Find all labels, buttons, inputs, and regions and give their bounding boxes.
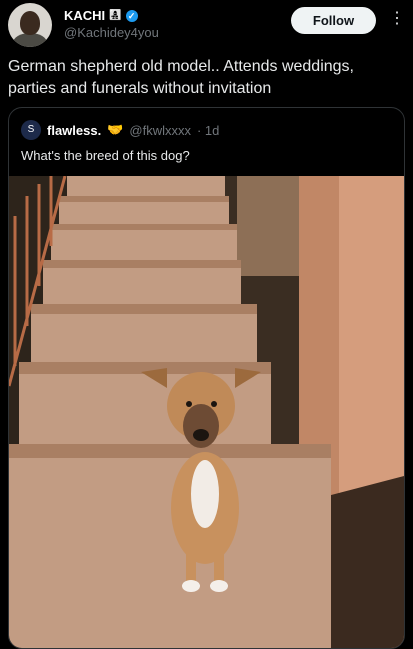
quoted-post[interactable]: S flawless. 🤝 @fkwlxxxx · 1d What's the … [8, 107, 405, 649]
quoted-author-display-name[interactable]: flawless. [47, 123, 101, 138]
verified-badge-icon: ✓ [125, 9, 138, 22]
post-text: German shepherd old model.. Attends wedd… [8, 58, 354, 97]
author-display-name-row[interactable]: KACHI 👩‍👧‍👦 ✓ [64, 8, 159, 23]
post-header: KACHI 👩‍👧‍👦 ✓ @Kachidey4you Follow ⋮ [0, 0, 413, 52]
author-handle[interactable]: @Kachidey4you [64, 25, 159, 40]
quoted-author-handle[interactable]: @fkwlxxxx [129, 123, 191, 138]
dog-photo[interactable] [9, 176, 404, 648]
author-display-name[interactable]: KACHI [64, 8, 105, 23]
author-names: KACHI 👩‍👧‍👦 ✓ @Kachidey4you [64, 8, 159, 40]
quoted-post-time[interactable]: · 1d [197, 123, 219, 138]
quoted-post-header: S flawless. 🤝 @fkwlxxxx · 1d [21, 120, 219, 140]
follow-button[interactable]: Follow [291, 7, 376, 34]
quoted-post-text: What's the breed of this dog? [21, 148, 190, 163]
more-options-icon[interactable]: ⋮ [389, 9, 405, 31]
author-emoji: 👩‍👧‍👦 [109, 10, 122, 21]
author-avatar[interactable] [8, 3, 52, 47]
quoted-author-emoji: 🤝 [107, 122, 124, 137]
quoted-author-avatar[interactable]: S [21, 120, 41, 140]
